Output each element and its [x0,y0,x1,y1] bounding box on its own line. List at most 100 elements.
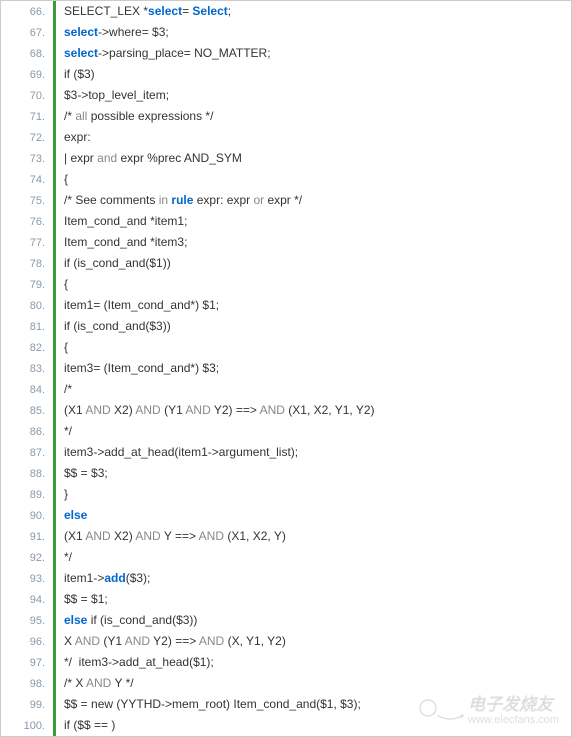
code-line: 82.{ [1,337,571,358]
code-line: 73.| expr and expr %prec AND_SYM [1,148,571,169]
code-content: Item_cond_and *item1; [56,211,187,232]
line-number: 91. [1,527,53,548]
code-line: 76.Item_cond_and *item1; [1,211,571,232]
line-number: 82. [1,338,53,359]
code-block: 66.SELECT_LEX *select= Select;67.select-… [0,0,572,737]
line-number: 93. [1,569,53,590]
code-line: 71./* all possible expressions */ [1,106,571,127]
code-line: 74.{ [1,169,571,190]
line-number: 98. [1,674,53,695]
line-number: 71. [1,107,53,128]
code-content: if (is_cond_and($1)) [56,253,171,274]
line-number: 69. [1,65,53,86]
line-number: 68. [1,44,53,65]
line-number: 78. [1,254,53,275]
line-number: 70. [1,86,53,107]
code-content: SELECT_LEX *select= Select; [56,1,231,22]
code-line: 85.(X1 AND X2) AND (Y1 AND Y2) ==> AND (… [1,400,571,421]
code-content: { [56,169,68,190]
code-content: $$ = $1; [56,589,108,610]
line-number: 83. [1,359,53,380]
line-number: 81. [1,317,53,338]
code-line: 98./* X AND Y */ [1,673,571,694]
code-line: 100.if ($$ == ) [1,715,571,736]
line-number: 89. [1,485,53,506]
line-number: 96. [1,632,53,653]
code-content: Item_cond_and *item3; [56,232,187,253]
code-line: 68.select->parsing_place= NO_MATTER; [1,43,571,64]
code-line: 79.{ [1,274,571,295]
code-line: 72.expr: [1,127,571,148]
code-line: 77.Item_cond_and *item3; [1,232,571,253]
line-number: 92. [1,548,53,569]
line-number: 77. [1,233,53,254]
code-content: $$ = new (YYTHD->mem_root) Item_cond_and… [56,694,361,715]
code-content: /* [56,379,72,400]
code-line: 86.*/ [1,421,571,442]
code-line: 69.if ($3) [1,64,571,85]
code-content: item1= (Item_cond_and*) $1; [56,295,219,316]
line-number: 100. [1,716,53,737]
code-content: $$ = $3; [56,463,108,484]
code-content: /* all possible expressions */ [56,106,213,127]
code-content: if ($3) [56,64,95,85]
code-line: 78.if (is_cond_and($1)) [1,253,571,274]
code-line: 84./* [1,379,571,400]
code-line: 97.*/ item3->add_at_head($1); [1,652,571,673]
code-line: 90.else [1,505,571,526]
code-content: */ [56,421,72,442]
line-number: 94. [1,590,53,611]
line-number: 72. [1,128,53,149]
code-content: select->where= $3; [56,22,169,43]
code-content: (X1 AND X2) AND Y ==> AND (X1, X2, Y) [56,526,286,547]
line-number: 88. [1,464,53,485]
line-number: 76. [1,212,53,233]
code-content: { [56,274,68,295]
code-line: 92.*/ [1,547,571,568]
line-number: 73. [1,149,53,170]
code-content: else [56,505,87,526]
code-content: */ [56,547,72,568]
code-line: 81.if (is_cond_and($3)) [1,316,571,337]
code-line: 95.else if (is_cond_and($3)) [1,610,571,631]
code-line: 80.item1= (Item_cond_and*) $1; [1,295,571,316]
code-line: 99.$$ = new (YYTHD->mem_root) Item_cond_… [1,694,571,715]
code-line: 66.SELECT_LEX *select= Select; [1,1,571,22]
code-content: item1->add($3); [56,568,150,589]
code-content: if ($$ == ) [56,715,115,736]
code-content: select->parsing_place= NO_MATTER; [56,43,271,64]
code-line: 87.item3->add_at_head(item1->argument_li… [1,442,571,463]
line-number: 67. [1,23,53,44]
line-number: 97. [1,653,53,674]
code-line: 67.select->where= $3; [1,22,571,43]
code-line: 91.(X1 AND X2) AND Y ==> AND (X1, X2, Y) [1,526,571,547]
code-line: 83.item3= (Item_cond_and*) $3; [1,358,571,379]
code-content: X AND (Y1 AND Y2) ==> AND (X, Y1, Y2) [56,631,286,652]
code-content: /* X AND Y */ [56,673,134,694]
code-content: item3= (Item_cond_and*) $3; [56,358,219,379]
code-content: else if (is_cond_and($3)) [56,610,197,631]
line-number: 79. [1,275,53,296]
code-line: 89.} [1,484,571,505]
line-number: 95. [1,611,53,632]
code-line: 70.$3->top_level_item; [1,85,571,106]
code-line: 94.$$ = $1; [1,589,571,610]
line-number: 75. [1,191,53,212]
line-number: 84. [1,380,53,401]
code-line: 96.X AND (Y1 AND Y2) ==> AND (X, Y1, Y2) [1,631,571,652]
line-number: 90. [1,506,53,527]
code-content: } [56,484,68,505]
code-line: 93.item1->add($3); [1,568,571,589]
code-content: { [56,337,68,358]
code-line: 75./* See comments in rule expr: expr or… [1,190,571,211]
line-number: 66. [1,2,53,23]
code-content: if (is_cond_and($3)) [56,316,171,337]
code-content: $3->top_level_item; [56,85,169,106]
code-content: (X1 AND X2) AND (Y1 AND Y2) ==> AND (X1,… [56,400,375,421]
code-content: item3->add_at_head(item1->argument_list)… [56,442,298,463]
line-number: 99. [1,695,53,716]
line-number: 85. [1,401,53,422]
code-line: 88.$$ = $3; [1,463,571,484]
line-number: 80. [1,296,53,317]
code-content: | expr and expr %prec AND_SYM [56,148,242,169]
